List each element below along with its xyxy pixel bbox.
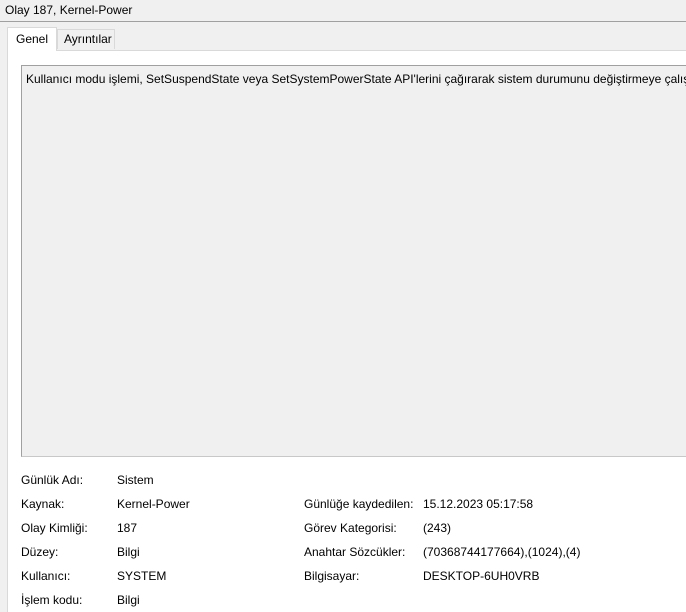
opcode-label: İşlem kodu: bbox=[21, 593, 83, 607]
title-separator bbox=[0, 21, 686, 22]
source-value[interactable]: Kernel-Power bbox=[117, 497, 190, 511]
log-name-label: Günlük Adı: bbox=[21, 473, 84, 487]
level-label: Düzey: bbox=[21, 545, 59, 559]
task-category-label: Görev Kategorisi: bbox=[304, 521, 397, 535]
tab-general[interactable]: Genel bbox=[7, 27, 57, 51]
log-name-value[interactable]: Sistem bbox=[117, 473, 154, 487]
opcode-value[interactable]: Bilgi bbox=[117, 593, 140, 607]
event-description-text: Kullanıcı modu işlemi, SetSuspendState v… bbox=[26, 72, 686, 86]
tab-details[interactable]: Ayrıntılar bbox=[57, 29, 115, 49]
title-bar: Olay 187, Kernel-Power bbox=[0, 0, 686, 21]
source-label: Kaynak: bbox=[21, 497, 65, 511]
logged-label: Günlüğe kaydedilen: bbox=[304, 497, 414, 511]
event-id-value[interactable]: 187 bbox=[117, 521, 137, 535]
level-value[interactable]: Bilgi bbox=[117, 545, 140, 559]
logged-value[interactable]: 15.12.2023 05:17:58 bbox=[423, 497, 533, 511]
user-value[interactable]: SYSTEM bbox=[117, 569, 166, 583]
event-id-label: Olay Kimliği: bbox=[21, 521, 88, 535]
user-label: Kullanıcı: bbox=[21, 569, 71, 583]
computer-value[interactable]: DESKTOP-6UH0VRB bbox=[423, 569, 539, 583]
keywords-value[interactable]: (70368744177664),(1024),(4) bbox=[423, 545, 580, 559]
task-category-value[interactable]: (243) bbox=[423, 521, 451, 535]
event-description-box[interactable]: Kullanıcı modu işlemi, SetSuspendState v… bbox=[21, 65, 686, 457]
computer-label: Bilgisayar: bbox=[304, 569, 360, 583]
keywords-label: Anahtar Sözcükler: bbox=[304, 545, 406, 559]
window-title: Olay 187, Kernel-Power bbox=[5, 3, 133, 17]
